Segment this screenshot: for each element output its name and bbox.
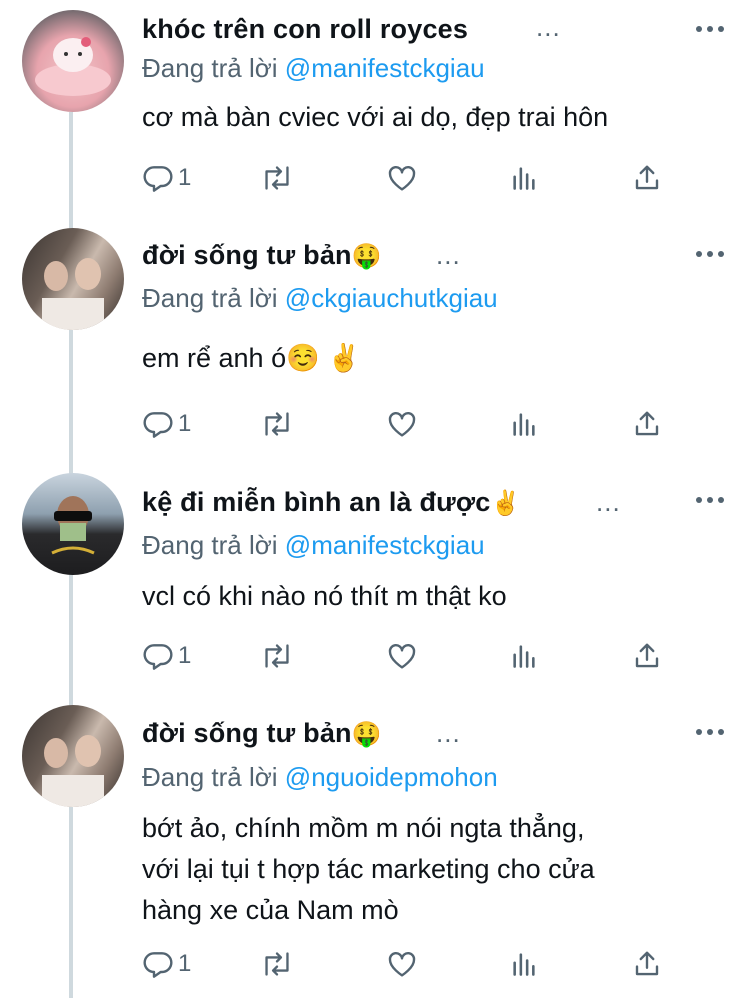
tweet-text: bớt ảo, chính mồm m nói ngta thẳng, với …	[142, 813, 595, 925]
reply-tweet[interactable]: đời sống tư bản🤑 ... Đang trả lời @nguoi…	[0, 700, 750, 998]
avatar[interactable]	[22, 473, 124, 575]
action-bar: 1	[142, 946, 682, 982]
reply-count: 1	[178, 410, 192, 437]
views-button[interactable]	[510, 946, 538, 982]
share-button[interactable]	[632, 946, 662, 982]
like-button[interactable]	[386, 638, 418, 674]
reply-button[interactable]: 1	[142, 638, 191, 674]
views-icon	[513, 953, 535, 976]
views-button[interactable]	[510, 406, 538, 442]
retweet-icon	[265, 412, 289, 436]
views-icon	[513, 167, 535, 190]
like-icon	[388, 644, 416, 669]
share-icon	[635, 411, 659, 436]
more-icon[interactable]	[696, 249, 724, 259]
replying-to: Đang trả lời @manifestckgiau	[142, 53, 485, 83]
like-button[interactable]	[386, 160, 418, 196]
reply-button[interactable]: 1	[142, 946, 191, 982]
retweet-icon	[265, 952, 289, 976]
action-bar: 1	[142, 638, 682, 674]
name-truncation: ...	[436, 240, 461, 270]
share-button[interactable]	[632, 406, 662, 442]
name-truncation: ...	[436, 718, 461, 748]
tweet-text: em rể anh ó☺️ ✌️	[142, 343, 361, 373]
name-emoji: ✌️	[490, 489, 521, 517]
replying-handle-link[interactable]: @ckgiauchutkgiau	[285, 283, 498, 313]
tweet-text: vcl có khi nào nó thít m thật ko	[142, 581, 507, 611]
action-bar: 1	[142, 160, 682, 196]
reply-icon	[143, 644, 173, 670]
display-name[interactable]: khóc trên con roll royces	[142, 14, 468, 45]
reply-tweet[interactable]: khóc trên con roll royces ... Đang trả l…	[0, 0, 750, 220]
replying-handle-link[interactable]: @nguoidepmohon	[285, 762, 498, 792]
avatar[interactable]	[22, 10, 124, 112]
reply-count: 1	[178, 642, 192, 669]
share-icon	[635, 951, 659, 976]
share-button[interactable]	[632, 638, 662, 674]
share-icon	[635, 643, 659, 668]
reply-tweet[interactable]: đời sống tư bản🤑 ... Đang trả lời @ckgia…	[0, 220, 750, 465]
views-button[interactable]	[510, 160, 538, 196]
like-icon	[388, 166, 416, 191]
reply-button[interactable]: 1	[142, 160, 191, 196]
reply-count: 1	[178, 164, 192, 191]
like-button[interactable]	[386, 406, 418, 442]
avatar[interactable]	[22, 705, 124, 807]
retweet-button[interactable]	[260, 638, 294, 674]
reply-icon	[143, 166, 173, 192]
reply-button[interactable]: 1	[142, 406, 191, 442]
views-button[interactable]	[510, 638, 538, 674]
name-truncation: ...	[536, 12, 561, 42]
avatar[interactable]	[22, 228, 124, 330]
replying-handle-link[interactable]: @manifestckgiau	[285, 530, 485, 560]
share-icon	[635, 165, 659, 190]
like-button[interactable]	[386, 946, 418, 982]
name-emoji: 🤑	[351, 242, 382, 270]
more-icon[interactable]	[696, 24, 724, 34]
retweet-icon	[265, 166, 289, 190]
share-button[interactable]	[632, 160, 662, 196]
retweet-button[interactable]	[260, 946, 294, 982]
reply-icon	[143, 952, 173, 978]
like-icon	[388, 412, 416, 437]
replying-handle-link[interactable]: @manifestckgiau	[285, 53, 485, 83]
views-icon	[513, 413, 535, 436]
display-name[interactable]: đời sống tư bản🤑	[142, 718, 382, 749]
replying-to: Đang trả lời @manifestckgiau	[142, 530, 485, 560]
action-bar: 1	[142, 406, 682, 442]
replying-to: Đang trả lời @ckgiauchutkgiau	[142, 283, 498, 313]
retweet-button[interactable]	[260, 406, 294, 442]
display-name[interactable]: kệ đi miễn bình an là được✌️	[142, 487, 521, 518]
tweet-text: cơ mà bàn cviec với ai dọ, đẹp trai hôn	[142, 102, 609, 132]
more-icon[interactable]	[696, 495, 724, 505]
retweet-icon	[265, 644, 289, 668]
name-truncation: ...	[596, 487, 621, 517]
like-icon	[388, 952, 416, 977]
display-name[interactable]: đời sống tư bản🤑	[142, 240, 382, 271]
more-icon[interactable]	[696, 727, 724, 737]
reply-icon	[143, 412, 173, 438]
reply-tweet[interactable]: kệ đi miễn bình an là được✌️ ... Đang tr…	[0, 465, 750, 700]
name-emoji: 🤑	[351, 720, 382, 748]
reply-count: 1	[178, 950, 192, 977]
replying-to: Đang trả lời @nguoidepmohon	[142, 762, 498, 792]
views-icon	[513, 645, 535, 668]
retweet-button[interactable]	[260, 160, 294, 196]
